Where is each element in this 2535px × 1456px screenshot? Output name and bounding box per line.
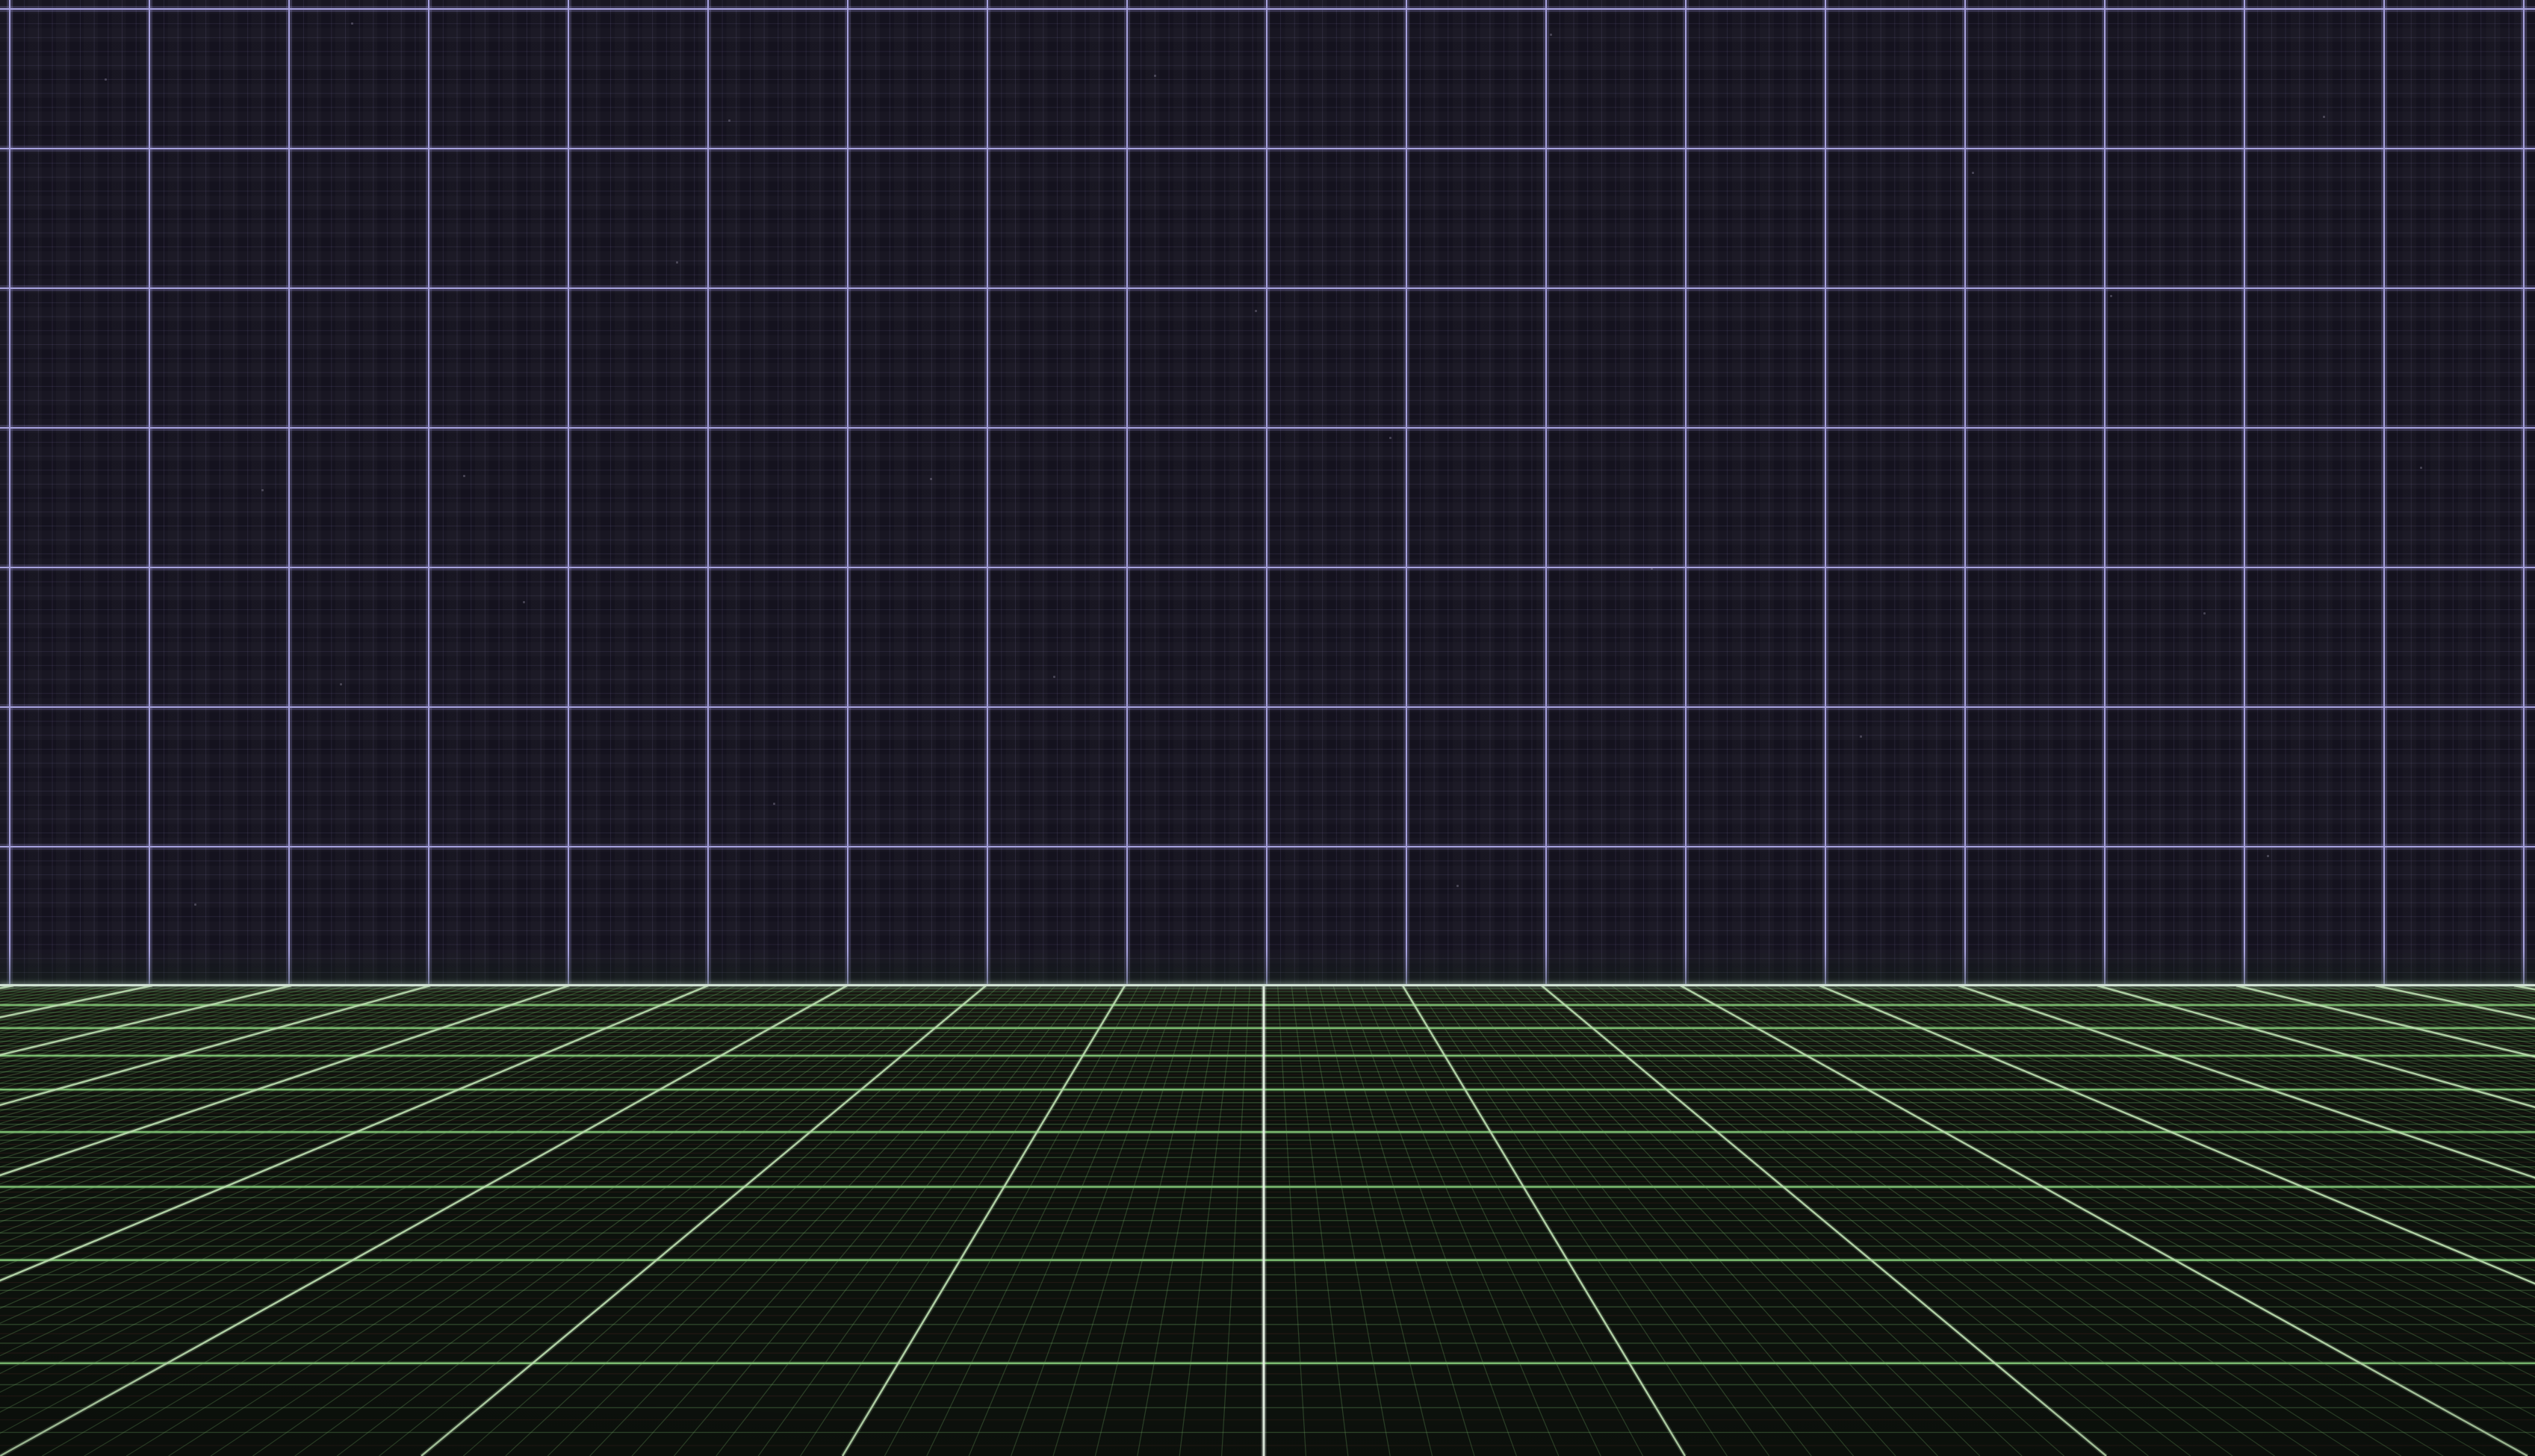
wall-speck <box>728 119 730 122</box>
wall-speck <box>351 22 353 25</box>
wall-speck <box>1154 75 1156 77</box>
wall-speck <box>2267 855 2269 857</box>
back-wall-grid <box>0 0 2535 986</box>
wall-speck <box>1972 172 1974 174</box>
wall-speck <box>1860 735 1862 738</box>
wall-speck <box>463 475 465 477</box>
wall-speck <box>194 903 196 906</box>
wall-speck <box>340 683 342 685</box>
wall-speck <box>105 78 107 81</box>
wall-speck <box>676 261 678 264</box>
synthwave-grid-room <box>0 0 2535 1456</box>
floor-perspective-grid <box>0 986 2535 1456</box>
wall-speck <box>2110 295 2112 297</box>
seam-light-bleed <box>0 951 2535 986</box>
wall-speck <box>1255 310 1257 312</box>
wall-speck <box>261 489 264 491</box>
floor-grid-lines <box>0 986 2535 1456</box>
wall-floor-seam-line <box>0 984 2535 986</box>
wall-speck <box>2323 116 2325 118</box>
wall-speck <box>1053 676 1055 678</box>
wall-speck <box>523 601 525 603</box>
wall-speck <box>1456 885 1459 887</box>
wall-speck <box>1651 567 1653 570</box>
wall-speck <box>773 803 775 805</box>
wall-speck <box>930 478 932 480</box>
wall-speck <box>1550 34 1552 36</box>
wall-speck <box>2420 467 2422 469</box>
wall-speck <box>2203 612 2206 615</box>
wall-speck <box>1389 437 1391 439</box>
